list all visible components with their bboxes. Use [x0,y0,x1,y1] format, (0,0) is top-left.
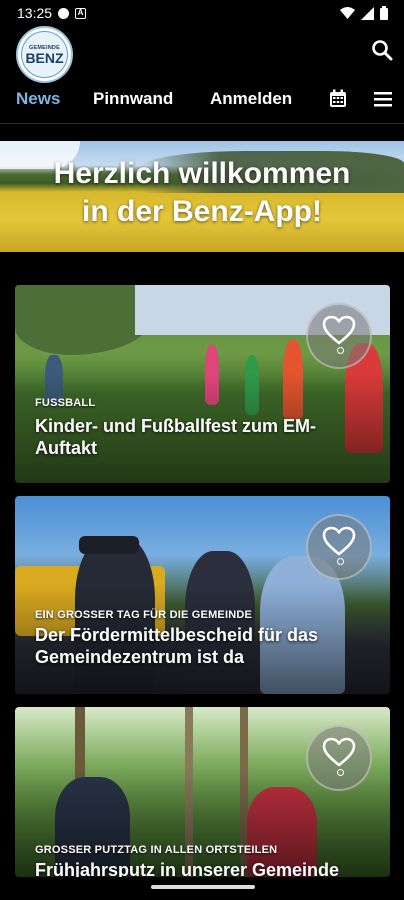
search-icon[interactable] [370,38,394,62]
logo-main-text: BENZ [25,49,64,66]
card-title: Der Fördermittelbescheid für das Gemeind… [35,625,319,667]
tab-pinnwand[interactable]: Pinnwand [93,89,173,109]
welcome-banner: Herzlich willkommen in der Benz-App! [0,141,404,252]
card-image-cap [79,536,139,554]
notification-dot-icon [58,7,70,19]
wifi-icon [340,7,355,19]
card-image-trees [15,285,155,355]
news-card[interactable]: Fußball Kinder- und Fußballfest zum EM-A… [15,285,390,483]
news-card[interactable]: Ein großer Tag für die Gemeinde Der Förd… [15,496,390,694]
app-logo[interactable]: GEMEINDE BENZ [16,26,73,83]
battery-icon [380,6,388,20]
card-category: Großer Putztag in allen Ortsteilen [35,844,278,856]
favorite-indicator [337,347,344,354]
welcome-title-line1: Herzlich willkommen [53,157,351,190]
favorite-indicator [337,558,344,565]
tab-news[interactable]: News [16,89,60,109]
heart-icon [322,737,356,767]
favorite-button[interactable] [306,303,372,369]
card-category: Ein großer Tag für die Gemeinde [35,609,253,621]
card-category: Fußball [35,397,96,409]
main-nav: News Pinnwand Anmelden [0,84,404,114]
news-card[interactable]: Großer Putztag in allen Ortsteilen Frühj… [15,707,390,877]
favorite-button[interactable] [306,514,372,580]
heart-icon [322,315,356,345]
menu-icon[interactable] [374,90,392,108]
header-divider [0,123,404,124]
tab-anmelden[interactable]: Anmelden [210,89,292,109]
status-time: 13:25 [17,5,53,21]
signal-icon [361,6,374,20]
calendar-icon[interactable] [328,89,348,109]
status-bar: 13:25 A [0,0,404,26]
favorite-button[interactable] [306,725,372,791]
gesture-handle[interactable] [151,885,255,889]
heart-icon [322,526,356,556]
app-notification-icon: A [75,7,87,19]
system-nav-bar [0,877,404,900]
card-title: Kinder- und Fußballfest zum EM-Auftakt [35,416,316,458]
card-title: Frühjahrsputz in unserer Gemeinde [35,860,340,877]
favorite-indicator [337,769,344,776]
welcome-title-line2: in der Benz-App! [82,195,322,228]
welcome-title: Herzlich willkommen in der Benz-App! [0,155,404,231]
